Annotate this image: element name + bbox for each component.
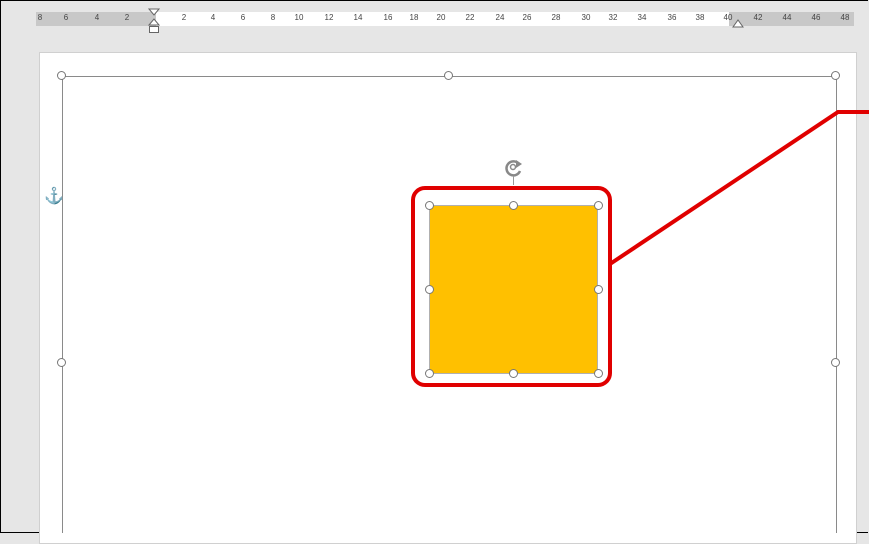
rotate-handle-icon[interactable] (501, 155, 527, 185)
callout-highlight-box (411, 186, 612, 387)
